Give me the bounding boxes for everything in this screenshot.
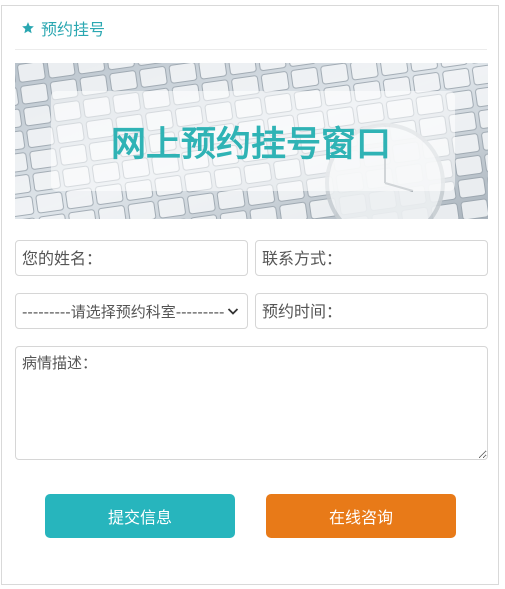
appointment-time-input[interactable] xyxy=(255,293,488,329)
banner-image: 网上预约挂号窗口 xyxy=(15,63,488,219)
department-select-value: ---------请选择预约科室--------- xyxy=(22,302,225,321)
submit-button[interactable]: 提交信息 xyxy=(45,494,235,538)
name-input[interactable] xyxy=(15,240,248,276)
department-select[interactable]: ---------请选择预约科室--------- xyxy=(15,293,248,329)
chevron-down-icon xyxy=(227,308,239,315)
page-title: 预约挂号 xyxy=(41,19,106,39)
contact-input[interactable] xyxy=(255,240,488,276)
online-consult-button[interactable]: 在线咨询 xyxy=(266,494,456,538)
appointment-panel: 预约挂号 网上预约挂号窗口 ---------请选择预约科室--------- xyxy=(1,5,499,585)
star-icon xyxy=(22,21,34,33)
banner-title: 网上预约挂号窗口 xyxy=(111,125,391,165)
panel-header: 预约挂号 xyxy=(15,6,487,50)
condition-description-textarea[interactable] xyxy=(15,346,488,460)
